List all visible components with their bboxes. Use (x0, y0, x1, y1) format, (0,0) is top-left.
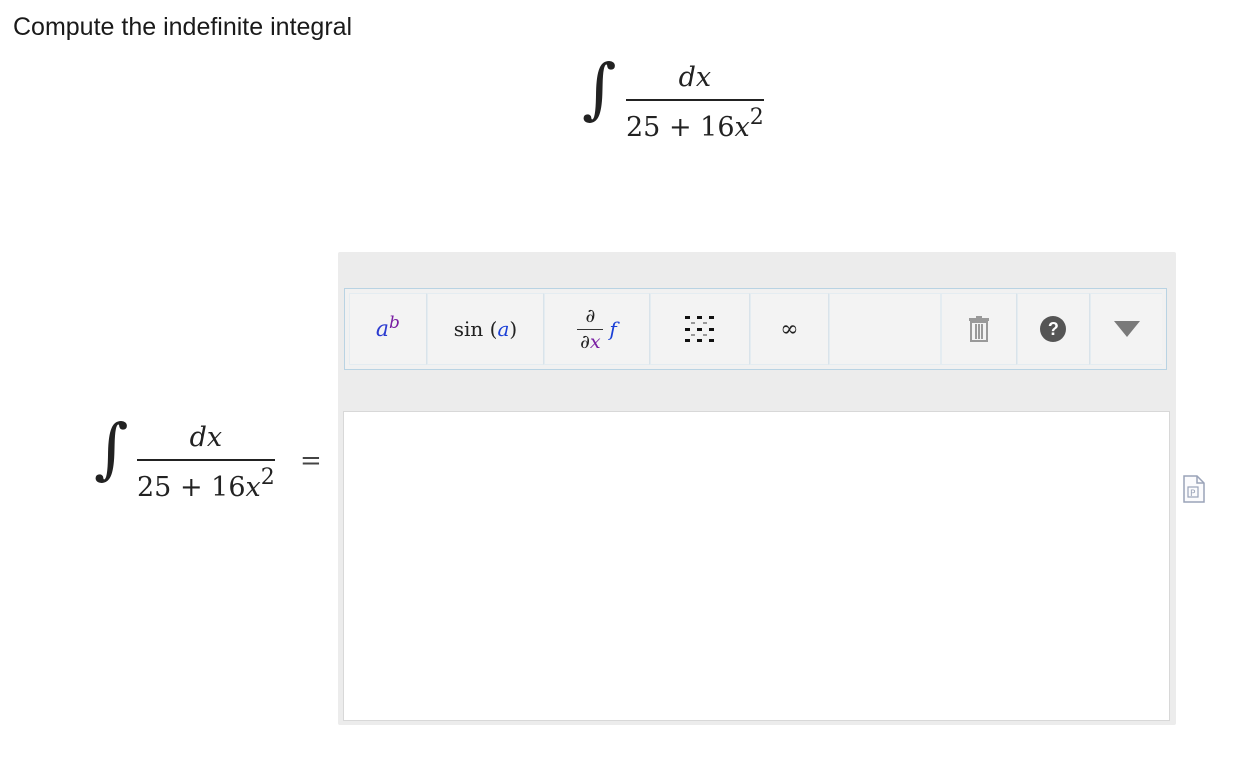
trash-icon (968, 316, 989, 342)
integrand-numerator: dx (678, 62, 712, 93)
trig-function-button[interactable]: sin (a) (426, 293, 545, 365)
answer-input[interactable] (343, 411, 1170, 721)
clear-button[interactable] (940, 293, 1017, 365)
power-button[interactable]: ab (349, 293, 427, 365)
chevron-down-icon (1113, 321, 1140, 337)
integrand-denominator: 25 + 16x2 (626, 104, 764, 143)
integral-sign-top: ∫ (582, 50, 617, 127)
partial-derivative-button[interactable]: ∂ ∂x f (544, 293, 650, 365)
document-preview-icon[interactable]: P (1183, 475, 1205, 503)
integral-sign-answer: ∫ (94, 410, 129, 487)
help-icon: ? (1040, 316, 1067, 342)
toolbar-dropdown-button[interactable] (1090, 293, 1162, 365)
math-toolbar: ab sin (a) ∂ ∂x f ∞ ? (344, 288, 1167, 370)
question-prompt: Compute the indefinite integral (13, 13, 353, 41)
svg-text:P: P (1190, 489, 1196, 499)
toolbar-spacer (829, 293, 941, 365)
equals-sign: = (300, 446, 322, 476)
integrand-numerator-answer: dx (189, 422, 223, 453)
matrix-grid-icon (684, 316, 714, 342)
math-editor: ab sin (a) ∂ ∂x f ∞ ? (338, 252, 1176, 725)
integrand-fraction-top: dx 25 + 16x2 (626, 64, 764, 141)
integrand-denominator-answer: 25 + 16x2 (137, 464, 275, 503)
matrix-button[interactable] (649, 293, 750, 365)
help-button[interactable]: ? (1016, 293, 1091, 365)
infinity-button[interactable]: ∞ (749, 293, 830, 365)
integrand-fraction-answer: dx 25 + 16x2 (137, 424, 275, 501)
